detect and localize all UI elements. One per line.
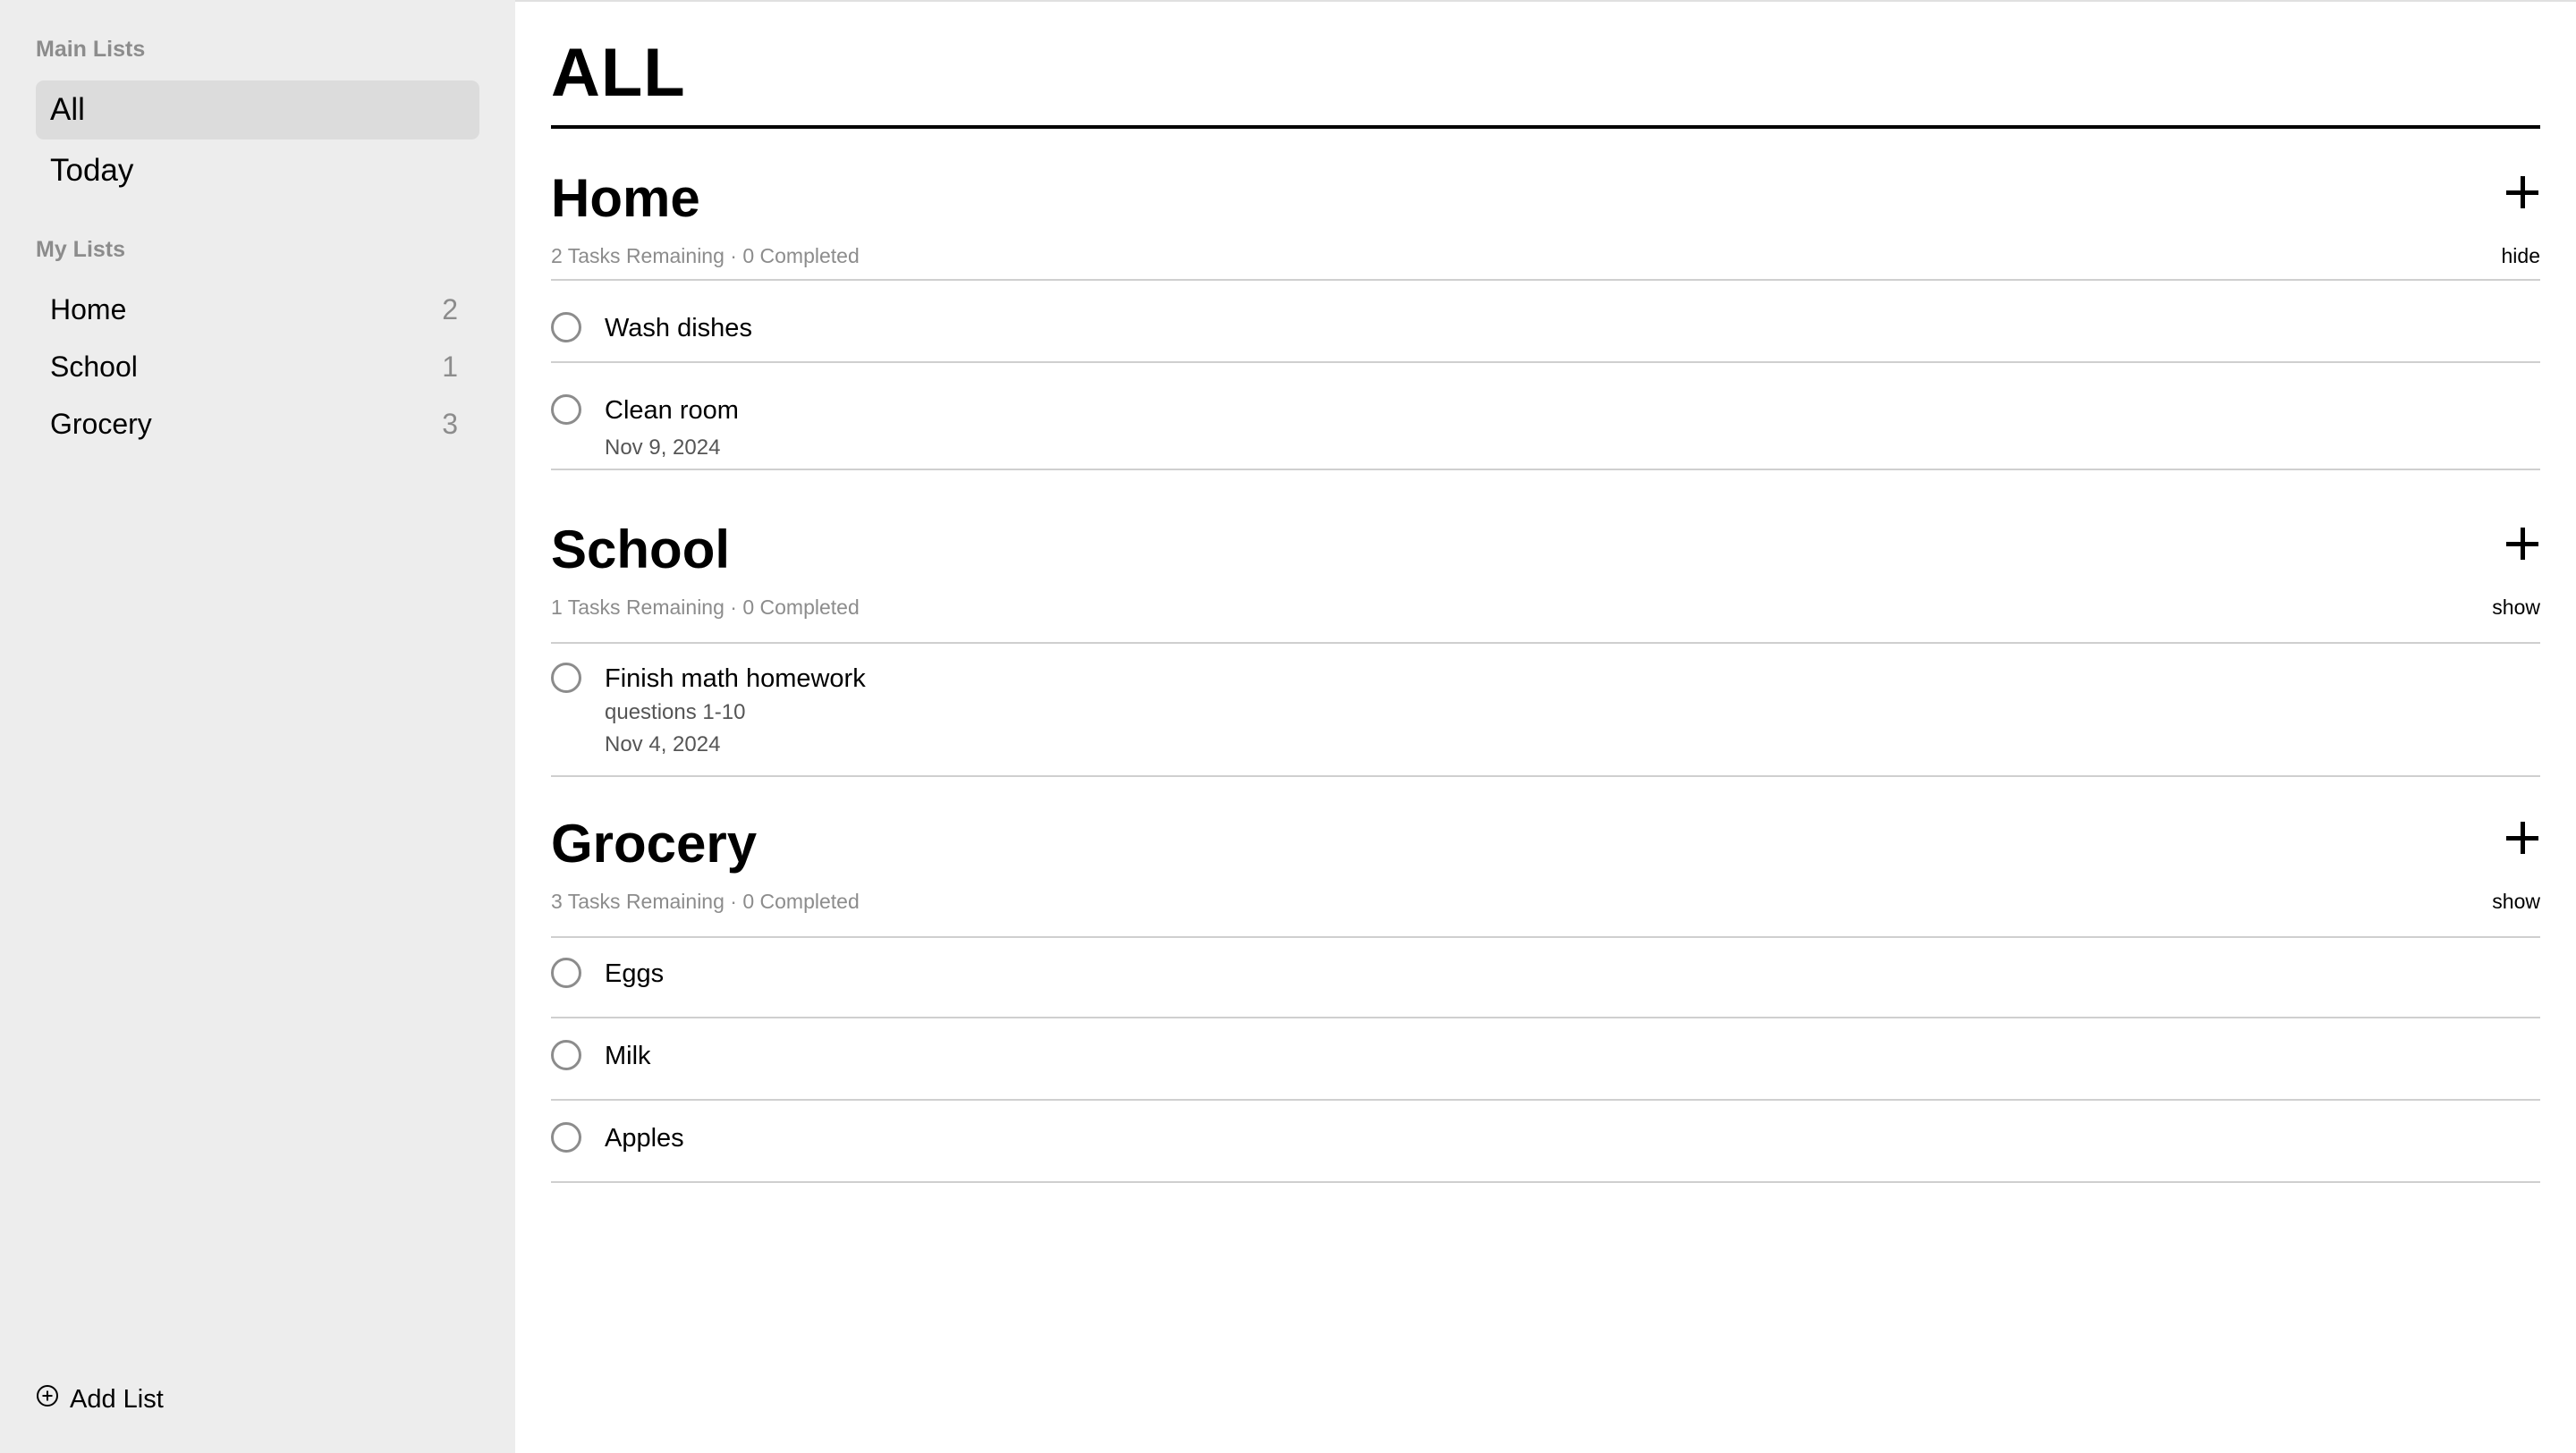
add-task-button[interactable] xyxy=(2504,820,2540,856)
section-task-summary: 1 Tasks Remaining · 0 Completed xyxy=(551,596,860,619)
task-divider xyxy=(551,1181,2540,1183)
sidebar-item-grocery[interactable]: Grocery 3 xyxy=(36,395,479,452)
section-divider xyxy=(551,936,2540,938)
task-title[interactable]: Apples xyxy=(605,1122,684,1154)
my-lists-heading: My Lists xyxy=(36,237,126,262)
task-checkbox[interactable] xyxy=(551,958,581,988)
sidebar-item-home[interactable]: Home 2 xyxy=(36,281,479,338)
toggle-completed-button[interactable]: show xyxy=(2492,596,2540,620)
task-title[interactable]: Finish math homework xyxy=(605,663,866,695)
task-checkbox[interactable] xyxy=(551,312,581,342)
section-divider xyxy=(551,279,2540,281)
sidebar-item-label: Grocery xyxy=(50,407,152,440)
add-task-button[interactable] xyxy=(2504,526,2540,562)
task-divider xyxy=(551,1017,2540,1018)
sidebar-item-all[interactable]: All xyxy=(36,80,479,139)
task-divider xyxy=(551,775,2540,777)
task-title[interactable]: Milk xyxy=(605,1040,651,1072)
top-divider xyxy=(515,0,2576,2)
task-divider xyxy=(551,361,2540,363)
sidebar-item-label: School xyxy=(50,350,138,383)
add-list-button[interactable]: Add List xyxy=(36,1384,164,1415)
sidebar-item-today[interactable]: Today xyxy=(36,141,479,200)
task-checkbox[interactable] xyxy=(551,663,581,693)
task-title[interactable]: Clean room xyxy=(605,394,739,427)
task-divider xyxy=(551,469,2540,470)
section-title: School xyxy=(551,520,731,579)
toggle-completed-button[interactable]: show xyxy=(2492,890,2540,914)
main-lists: All Today xyxy=(36,80,479,202)
task-checkbox[interactable] xyxy=(551,394,581,425)
my-lists: Home 2 School 1 Grocery 3 xyxy=(36,281,479,452)
task-due-date: Nov 4, 2024 xyxy=(605,732,721,756)
task-divider xyxy=(551,1099,2540,1101)
section-title: Home xyxy=(551,168,700,228)
task-title[interactable]: Eggs xyxy=(605,958,664,990)
section-task-summary: 3 Tasks Remaining · 0 Completed xyxy=(551,890,860,913)
title-divider xyxy=(551,125,2540,129)
plus-circle-icon xyxy=(36,1384,70,1415)
task-due-date: Nov 9, 2024 xyxy=(605,435,721,460)
task-checkbox[interactable] xyxy=(551,1122,581,1153)
section-divider xyxy=(551,642,2540,644)
sidebar-item-count: 1 xyxy=(442,350,458,383)
sidebar: Main Lists All Today My Lists Home 2 Sch… xyxy=(0,0,515,1453)
page-title: ALL xyxy=(551,35,686,111)
sidebar-item-label: All xyxy=(50,92,85,127)
sidebar-item-count: 2 xyxy=(442,292,458,325)
task-note: questions 1-10 xyxy=(605,700,746,724)
add-list-label: Add List xyxy=(70,1384,164,1414)
toggle-completed-button[interactable]: hide xyxy=(2502,244,2540,268)
add-task-button[interactable] xyxy=(2504,174,2540,210)
sidebar-item-school[interactable]: School 1 xyxy=(36,338,479,395)
task-checkbox[interactable] xyxy=(551,1040,581,1070)
sidebar-item-label: Home xyxy=(50,292,127,325)
sidebar-item-label: Today xyxy=(50,153,134,188)
section-title: Grocery xyxy=(551,814,758,874)
sidebar-item-count: 3 xyxy=(442,407,458,440)
section-task-summary: 2 Tasks Remaining · 0 Completed xyxy=(551,244,860,267)
task-title[interactable]: Wash dishes xyxy=(605,312,752,344)
main-lists-heading: Main Lists xyxy=(36,37,146,62)
